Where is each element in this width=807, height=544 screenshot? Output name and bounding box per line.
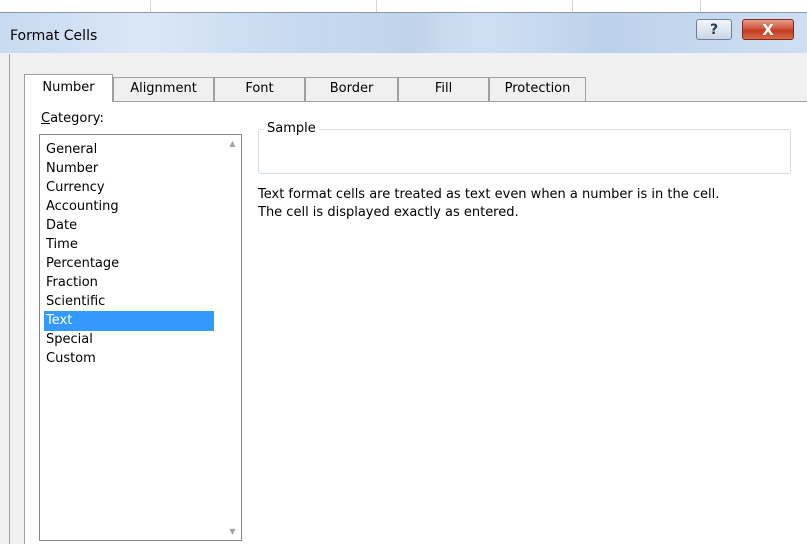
tab-fill[interactable]: Fill	[398, 77, 489, 101]
close-icon: X	[762, 20, 774, 39]
help-icon: ?	[709, 21, 719, 38]
description-line-2: The cell is displayed exactly as entered…	[258, 205, 519, 220]
category-item-number[interactable]: Number	[44, 159, 214, 179]
tab-alignment[interactable]: Alignment	[113, 77, 214, 101]
category-item-date[interactable]: Date	[44, 216, 214, 236]
close-button[interactable]: X	[742, 19, 794, 40]
category-item-special[interactable]: Special	[44, 330, 214, 350]
chevron-up-icon[interactable]: ▲	[224, 135, 241, 152]
description-line-1: Text format cells are treated as text ev…	[258, 187, 720, 202]
category-item-scientific[interactable]: Scientific	[44, 292, 214, 312]
category-label: Category:	[41, 111, 104, 126]
dialog-client-area: Number Alignment Font Border Fill Protec…	[9, 54, 807, 544]
sample-legend: Sample	[264, 121, 319, 136]
category-item-custom[interactable]: Custom	[44, 349, 214, 369]
screen: Format Cells ? X Number Alignment Font B…	[0, 0, 807, 544]
category-item-currency[interactable]: Currency	[44, 178, 214, 198]
dialog-title: Format Cells	[10, 28, 98, 44]
category-label-accelerator: C	[41, 111, 51, 126]
title-bar-shine	[330, 13, 490, 53]
format-description: Text format cells are treated as text ev…	[258, 186, 807, 222]
title-bar[interactable]: Format Cells ? X	[0, 13, 807, 53]
category-scrollbar[interactable]: ▲ ▼	[224, 135, 241, 540]
tab-number[interactable]: Number	[24, 74, 113, 102]
tab-protection[interactable]: Protection	[489, 77, 586, 101]
chevron-down-icon[interactable]: ▼	[224, 523, 241, 540]
column-divider	[376, 0, 377, 12]
number-tab-panel: Category: General Number Currency Accoun…	[24, 101, 807, 544]
category-item-general[interactable]: General	[44, 140, 214, 160]
category-item-fraction[interactable]: Fraction	[44, 273, 214, 293]
category-listbox[interactable]: General Number Currency Accounting Date …	[39, 134, 242, 541]
column-divider	[700, 0, 701, 12]
format-cells-dialog: Format Cells ? X Number Alignment Font B…	[0, 12, 807, 544]
category-item-accounting[interactable]: Accounting	[44, 197, 214, 217]
help-button[interactable]: ?	[696, 19, 732, 40]
category-item-text[interactable]: Text	[44, 311, 214, 331]
category-item-percentage[interactable]: Percentage	[44, 254, 214, 274]
sample-group: Sample	[258, 121, 791, 174]
column-divider	[150, 0, 151, 12]
tab-border[interactable]: Border	[305, 77, 398, 101]
category-label-text: ategory:	[50, 111, 104, 126]
column-divider	[572, 0, 573, 12]
category-item-time[interactable]: Time	[44, 235, 214, 255]
tab-font[interactable]: Font	[214, 77, 305, 101]
